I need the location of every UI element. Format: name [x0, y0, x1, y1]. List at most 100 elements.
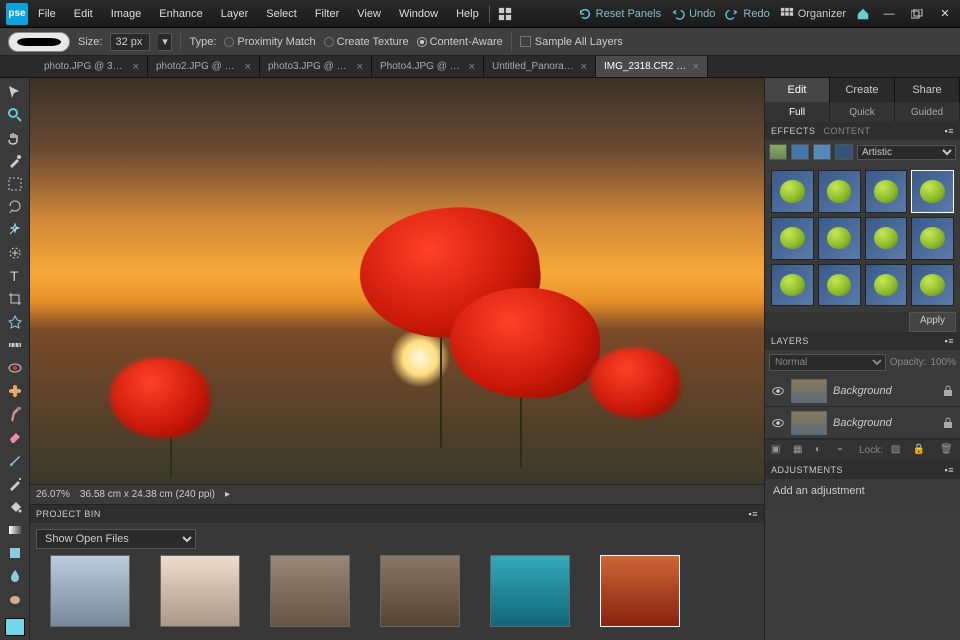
effect-thumb[interactable] [818, 217, 861, 260]
project-thumb[interactable] [270, 555, 350, 627]
undo-button[interactable]: Undo [671, 7, 715, 21]
spot-heal-tool[interactable] [4, 382, 26, 401]
category-dropdown[interactable]: Artistic [857, 145, 956, 160]
effects-title[interactable]: EFFECTS [771, 126, 816, 136]
effect-thumb[interactable] [865, 264, 908, 307]
menu-enhance[interactable]: Enhance [151, 4, 210, 24]
foreground-color[interactable] [5, 618, 25, 636]
close-icon[interactable]: × [693, 61, 699, 73]
effect-thumb[interactable] [865, 217, 908, 260]
flyout-icon[interactable]: ▪≡ [749, 509, 758, 519]
document-tab[interactable]: Untitled_Panorama1× [484, 56, 596, 77]
eyedropper-tool[interactable] [4, 151, 26, 170]
size-input[interactable] [110, 33, 150, 51]
close-icon[interactable]: × [469, 61, 475, 73]
layer-row[interactable]: Background [765, 375, 960, 407]
project-thumb[interactable] [50, 555, 130, 627]
effect-thumb[interactable] [771, 170, 814, 213]
document-tab[interactable]: photo2.JPG @ 32.1% ...× [148, 56, 260, 77]
brush-preview[interactable] [8, 32, 70, 52]
link-icon[interactable]: ⌁ [837, 444, 851, 458]
marquee-tool[interactable] [4, 174, 26, 193]
new-layer-icon[interactable]: ▣ [771, 444, 785, 458]
menu-select[interactable]: Select [258, 4, 305, 24]
effect-thumb[interactable] [911, 264, 954, 307]
bucket-tool[interactable] [4, 497, 26, 516]
document-tab[interactable]: photo3.JPG @ 32.1% ...× [260, 56, 372, 77]
opacity-value[interactable]: 100% [930, 357, 956, 368]
effect-thumb[interactable] [771, 264, 814, 307]
trash-icon[interactable]: 🗑 [940, 444, 954, 458]
clone-tool[interactable] [4, 405, 26, 424]
effect-thumb[interactable] [865, 170, 908, 213]
move-tool[interactable] [4, 82, 26, 101]
subtab-full[interactable]: Full [765, 102, 830, 122]
project-thumb[interactable] [490, 555, 570, 627]
canvas-viewport[interactable] [30, 78, 764, 484]
home-button[interactable] [856, 7, 870, 21]
effect-thumb[interactable] [818, 170, 861, 213]
maximize-button[interactable] [908, 7, 926, 21]
all-icon[interactable] [835, 144, 853, 160]
hand-tool[interactable] [4, 128, 26, 147]
shape-tool[interactable] [4, 543, 26, 562]
flyout-icon[interactable]: ▪≡ [945, 126, 954, 136]
chevron-right-icon[interactable]: ▸ [225, 489, 230, 500]
radio-content-aware[interactable]: Content-Aware [417, 36, 503, 48]
visibility-icon[interactable] [771, 384, 785, 398]
flyout-icon[interactable]: ▪≡ [945, 465, 954, 475]
subtab-quick[interactable]: Quick [830, 102, 895, 122]
redo-button[interactable]: Redo [725, 7, 769, 21]
menu-edit[interactable]: Edit [66, 4, 101, 24]
eraser-tool[interactable] [4, 428, 26, 447]
tab-share[interactable]: Share [895, 78, 960, 102]
filter-icon[interactable] [769, 144, 787, 160]
menu-window[interactable]: Window [391, 4, 446, 24]
adjustment-icon[interactable]: ◐ [815, 444, 829, 458]
visibility-icon[interactable] [771, 416, 785, 430]
menu-image[interactable]: Image [103, 4, 150, 24]
content-title[interactable]: CONTENT [824, 126, 871, 136]
tab-create[interactable]: Create [830, 78, 895, 102]
zoom-tool[interactable] [4, 105, 26, 124]
type-tool[interactable]: T [4, 267, 26, 286]
effect-thumb[interactable] [771, 217, 814, 260]
quick-select-tool[interactable] [4, 243, 26, 262]
style-icon[interactable] [791, 144, 809, 160]
menu-view[interactable]: View [349, 4, 389, 24]
lock-trans-icon[interactable]: ▨ [891, 444, 905, 458]
magic-wand-tool[interactable] [4, 220, 26, 239]
radio-proximity[interactable]: Proximity Match [224, 36, 315, 48]
project-thumb[interactable] [160, 555, 240, 627]
project-thumb[interactable] [600, 555, 680, 627]
effect-thumb[interactable] [818, 264, 861, 307]
close-icon[interactable]: × [133, 61, 139, 73]
menu-filter[interactable]: Filter [307, 4, 347, 24]
lock-all-icon[interactable]: 🔒 [913, 444, 927, 458]
checkbox-sample-all[interactable]: Sample All Layers [520, 36, 623, 48]
gradient-tool[interactable] [4, 520, 26, 539]
menu-help[interactable]: Help [448, 4, 487, 24]
document-tab[interactable]: photo.JPG @ 32.1% (R...× [36, 56, 148, 77]
lasso-tool[interactable] [4, 197, 26, 216]
flyout-icon[interactable]: ▪≡ [945, 336, 954, 346]
zoom-value[interactable]: 26.07% [36, 489, 70, 500]
project-thumb[interactable] [380, 555, 460, 627]
new-group-icon[interactable]: ▦ [793, 444, 807, 458]
brush-tool[interactable] [4, 451, 26, 470]
smart-brush-tool[interactable] [4, 474, 26, 493]
close-button[interactable]: ✕ [936, 7, 954, 21]
minimize-button[interactable]: — [880, 7, 898, 21]
cookie-cutter-tool[interactable] [4, 313, 26, 332]
blur-tool[interactable] [4, 566, 26, 585]
project-bin-dropdown[interactable]: Show Open Files [36, 529, 758, 549]
size-dropdown[interactable]: ▾ [158, 33, 172, 51]
photo-icon[interactable] [813, 144, 831, 160]
subtab-guided[interactable]: Guided [895, 102, 960, 122]
sponge-tool[interactable] [4, 589, 26, 608]
add-adjustment-link[interactable]: Add an adjustment [765, 479, 960, 503]
apply-button[interactable]: Apply [909, 312, 956, 332]
menu-layer[interactable]: Layer [213, 4, 257, 24]
tab-edit[interactable]: Edit [765, 78, 830, 102]
close-icon[interactable]: × [357, 61, 363, 73]
